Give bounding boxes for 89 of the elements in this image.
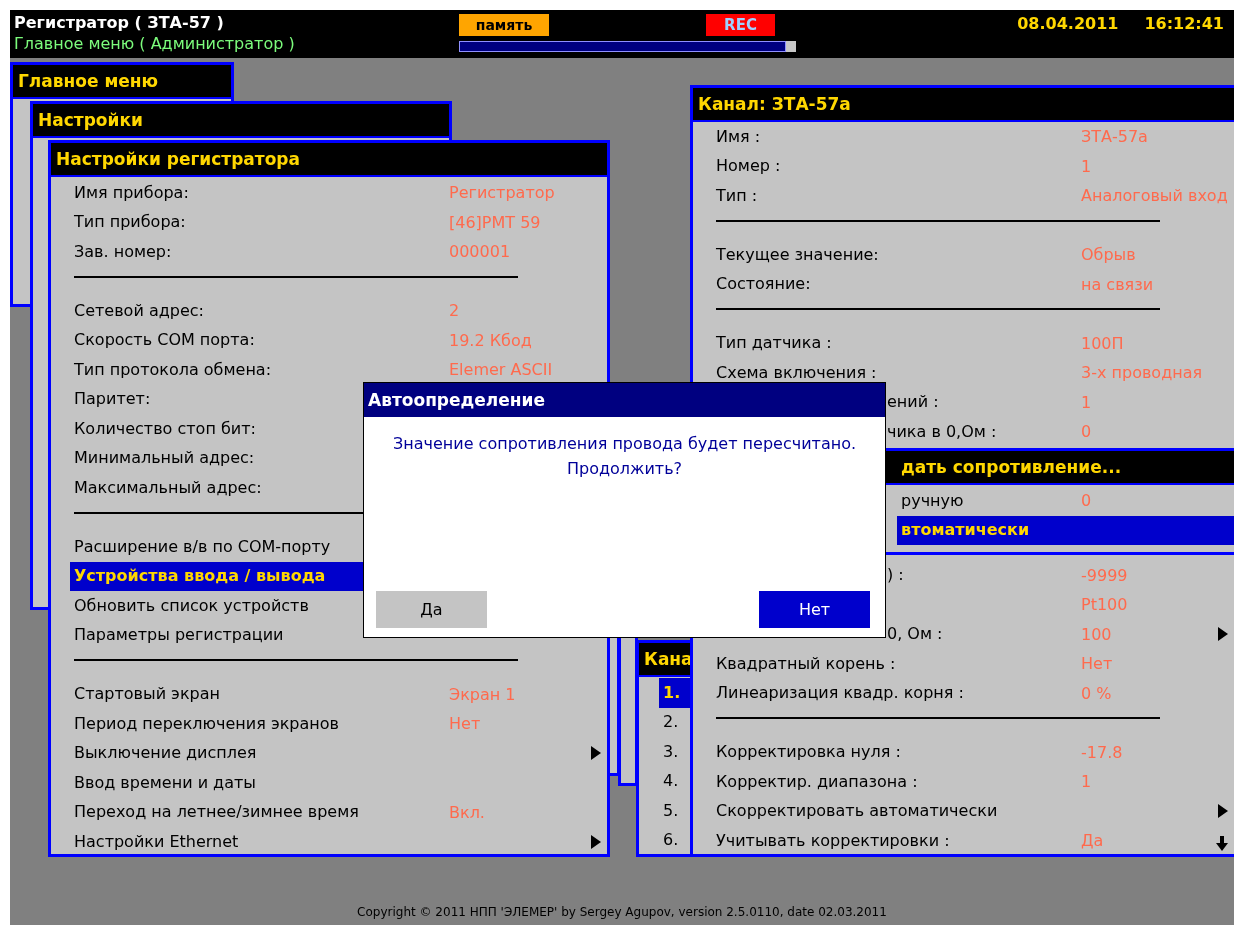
menu-item[interactable]: ений : <box>883 388 943 417</box>
menu-item[interactable]: Номер : <box>712 152 785 181</box>
menu-item[interactable]: Корректир. диапазона : <box>712 767 922 796</box>
memory-indicator: память <box>459 14 549 36</box>
menu-item[interactable]: Скорость COM порта: <box>70 326 259 355</box>
setting-value: 0 % <box>1081 683 1112 703</box>
setting-value: 1 <box>1081 156 1092 176</box>
menu-item[interactable]: 4. <box>659 767 683 796</box>
setting-value: Экран 1 <box>449 684 516 704</box>
window-title: Настройки <box>33 104 449 138</box>
menu-item[interactable]: 1. <box>659 678 685 707</box>
setting-value: 100 <box>1081 624 1112 644</box>
menu-item[interactable]: 3. <box>659 737 683 766</box>
screen-subtitle: Главное меню ( Администратор ) <box>14 34 296 53</box>
menu-item[interactable]: Тип протокола обмена: <box>70 355 276 384</box>
submenu-arrow-icon <box>590 745 602 762</box>
setting-value: -9999 <box>1081 565 1128 585</box>
menu-item[interactable]: Максимальный адрес: <box>70 473 266 502</box>
menu-item[interactable]: Количество стоп бит: <box>70 414 260 443</box>
menu-item[interactable]: Параметры регистрации <box>70 621 288 650</box>
menu-item[interactable]: 6. <box>659 826 683 854</box>
menu-item[interactable]: 2. <box>659 708 683 737</box>
setting-value: -17.8 <box>1081 742 1123 762</box>
menu-item[interactable]: 0, Ом : <box>883 620 947 649</box>
setting-value: 100П <box>1081 333 1124 353</box>
setting-value: Аналоговый вход <box>1081 186 1228 206</box>
menu-item[interactable]: чика в 0,Ом : <box>883 417 1001 446</box>
setting-value: 000001 <box>449 242 511 262</box>
setting-value: ЗТА-57а <box>1081 127 1148 147</box>
setting-value: 2 <box>449 301 460 321</box>
setting-value: Да <box>1081 831 1104 851</box>
menu-item[interactable]: Расширение в/в по COM-порту <box>70 532 335 561</box>
menu-item[interactable]: Тип прибора: <box>70 208 190 237</box>
menu-item[interactable]: ручную <box>897 486 968 515</box>
setting-value: 1 <box>1081 772 1092 792</box>
recording-indicator: REC <box>706 14 775 36</box>
scroll-down-arrow-icon <box>1216 836 1228 852</box>
menu-item[interactable]: 5. <box>659 796 683 825</box>
submenu-arrow-icon <box>1217 626 1229 643</box>
menu-item[interactable]: Линеаризация квадр. корня : <box>712 679 968 708</box>
dialog-button[interactable]: Нет <box>759 591 870 628</box>
setting-value: Нет <box>449 714 481 734</box>
menu-item[interactable]: Имя прибора: <box>70 178 193 207</box>
clock-text: 16:12:41 <box>1144 14 1224 35</box>
setting-value: Pt100 <box>1081 595 1128 615</box>
setting-value: Обрыв <box>1081 245 1136 265</box>
menu-item[interactable]: Период переключения экранов <box>70 709 343 738</box>
menu-item[interactable]: Зав. номер: <box>70 237 176 266</box>
window-title: дать сопротивление... <box>883 451 1234 485</box>
setting-value: 3-х проводная <box>1081 363 1203 383</box>
menu-item[interactable]: ) : <box>883 561 908 590</box>
window-title: Главное меню <box>13 65 231 99</box>
menu-item[interactable]: Минимальный адрес: <box>70 444 259 473</box>
menu-item[interactable]: Сетевой адрес: <box>70 296 208 325</box>
setting-value: 0 <box>1081 491 1092 511</box>
setting-value: 0 <box>1081 422 1092 442</box>
setting-value: [46]РМТ 59 <box>449 212 541 232</box>
menu-item[interactable]: Тип датчика : <box>712 329 836 358</box>
menu-item[interactable]: Тип : <box>712 181 762 210</box>
menu-item[interactable]: Паритет: <box>70 385 155 414</box>
dialog-button[interactable]: Да <box>376 591 487 628</box>
menu-item[interactable]: Ввод времени и даты <box>70 768 260 797</box>
menu-item[interactable]: Имя : <box>712 122 765 151</box>
setting-value: Вкл. <box>449 802 485 822</box>
window-title: Канал: ЗТА-57а <box>693 88 1234 122</box>
setting-value: Elemer ASCII <box>449 360 553 380</box>
setting-value: 1 <box>1081 392 1092 412</box>
menu-item[interactable]: Состояние: <box>712 270 815 299</box>
menu-item[interactable]: Корректировка нуля : <box>712 738 905 767</box>
copyright-text: Copyright © 2011 НПП 'ЭЛЕМЕР' by Sergey Agupov, version 2.5.0110, date 02.03.2011 <box>357 905 887 919</box>
date-text: 08.04.2011 <box>1017 14 1119 35</box>
menu-item[interactable]: Учитывать корректировки : <box>712 826 954 854</box>
submenu-arrow-icon <box>1217 803 1229 820</box>
setting-value: 19.2 Кбод <box>449 330 532 350</box>
menu-item[interactable]: Переход на летнее/зимнее время <box>70 798 363 827</box>
dialog-title: Автоопределение <box>364 383 885 417</box>
setting-value: на связи <box>1081 274 1154 294</box>
menu-item[interactable]: Скорректировать автоматически <box>712 797 1002 826</box>
menu-item[interactable]: Текущее значение: <box>712 240 883 269</box>
setting-value: Регистратор <box>449 183 555 203</box>
app-title: Регистратор ( ЗТА-57 ) <box>14 13 225 32</box>
menu-item[interactable]: Выключение дисплея <box>70 739 261 768</box>
menu-item[interactable]: Стартовый экран <box>70 680 224 709</box>
menu-item[interactable]: Обновить список устройств <box>70 591 313 620</box>
dialog-message: Значение сопротивления провода будет пересчитано. Продолжить? <box>392 433 857 480</box>
submenu-arrow-icon <box>590 833 602 850</box>
window-title: Настройки регистратора <box>51 143 607 177</box>
setting-value: Нет <box>1081 654 1113 674</box>
menu-item[interactable]: Настройки Ethernet <box>70 827 243 854</box>
